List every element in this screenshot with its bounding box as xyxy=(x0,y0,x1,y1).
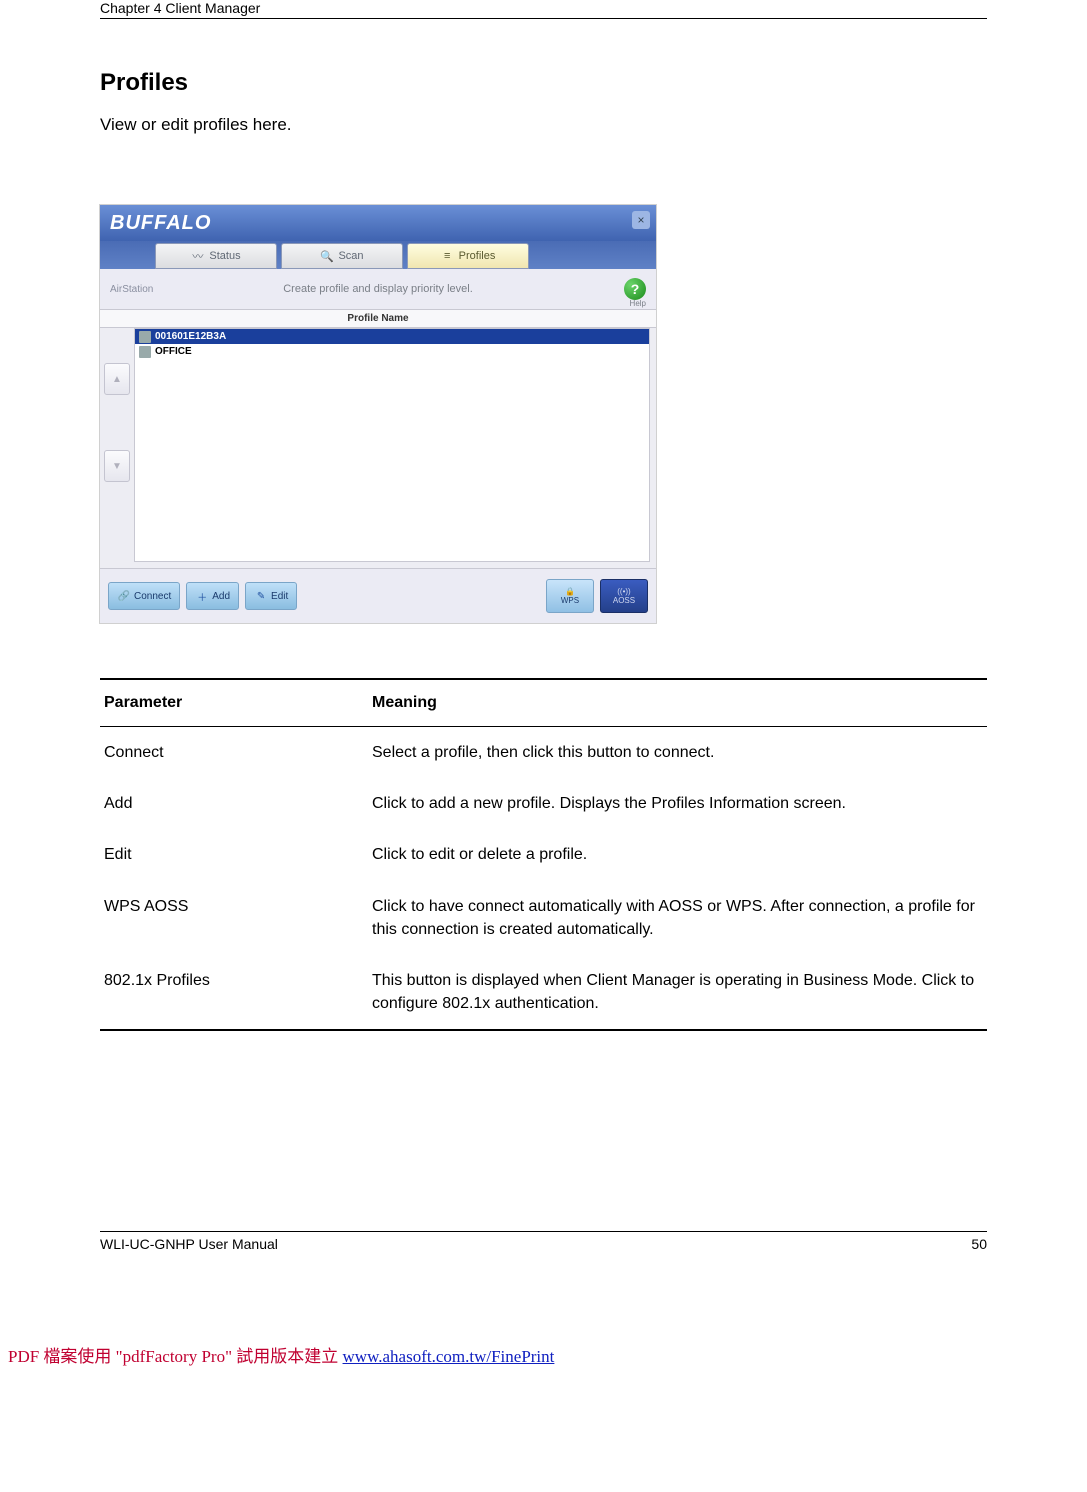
airstation-brand: AirStation xyxy=(110,284,153,295)
table-row: 802.1x Profiles This button is displayed… xyxy=(100,955,987,1030)
meaning-cell: Click to add a new profile. Displays the… xyxy=(368,778,987,829)
table-row: Connect Select a profile, then click thi… xyxy=(100,727,987,779)
profile-row[interactable]: OFFICE xyxy=(135,344,649,359)
profiles-icon: ≡ xyxy=(441,250,454,263)
edit-button[interactable]: ✎ Edit xyxy=(245,582,297,610)
wps-icon: 🔒 xyxy=(565,587,575,596)
param-cell: WPS AOSS xyxy=(100,881,368,955)
col-parameter: Parameter xyxy=(100,679,368,727)
client-manager-window: BUFFALO × 〰 Status 🔍 Scan ≡ Profiles Air… xyxy=(100,205,656,623)
close-icon[interactable]: × xyxy=(632,211,650,229)
connect-button[interactable]: 🔗 Connect xyxy=(108,582,180,610)
aoss-icon: ((•)) xyxy=(617,587,630,596)
profile-name: 001601E12B3A xyxy=(155,331,226,342)
col-meaning: Meaning xyxy=(368,679,987,727)
button-label: Add xyxy=(212,591,230,602)
meaning-cell: Click to have connect automatically with… xyxy=(368,881,987,955)
tab-bar: 〰 Status 🔍 Scan ≡ Profiles xyxy=(100,241,656,269)
tab-scan[interactable]: 🔍 Scan xyxy=(281,243,403,269)
scan-icon: 🔍 xyxy=(320,250,333,263)
param-cell: Edit xyxy=(100,829,368,880)
tab-status[interactable]: 〰 Status xyxy=(155,243,277,269)
subheader: AirStation Create profile and display pr… xyxy=(100,269,656,310)
watermark-text: PDF 檔案使用 "pdfFactory Pro" 試用版本建立 xyxy=(8,1347,343,1366)
help-icon[interactable]: ? xyxy=(624,278,646,300)
profile-icon xyxy=(139,346,151,358)
page-footer: WLI-UC-GNHP User Manual 50 xyxy=(100,1231,987,1252)
param-cell: Connect xyxy=(100,727,368,779)
reorder-buttons: ▲ ▼ xyxy=(100,328,134,568)
tab-label: Status xyxy=(209,250,240,262)
button-label: Connect xyxy=(134,591,171,602)
connect-icon: 🔗 xyxy=(117,589,131,603)
button-bar: 🔗 Connect ＋ Add ✎ Edit 🔒 WPS ((•)) AOSS xyxy=(100,568,656,623)
profile-list[interactable]: 001601E12B3A OFFICE xyxy=(134,328,650,562)
param-cell: Add xyxy=(100,778,368,829)
edit-icon: ✎ xyxy=(254,589,268,603)
meaning-cell: This button is displayed when Client Man… xyxy=(368,955,987,1030)
tab-label: Scan xyxy=(338,250,363,262)
table-row: Add Click to add a new profile. Displays… xyxy=(100,778,987,829)
move-up-button[interactable]: ▲ xyxy=(104,363,130,395)
footer-manual-name: WLI-UC-GNHP User Manual xyxy=(100,1236,278,1252)
help-label: Help xyxy=(630,299,646,308)
status-icon: 〰 xyxy=(191,250,204,263)
button-label: AOSS xyxy=(613,596,635,605)
move-down-button[interactable]: ▼ xyxy=(104,450,130,482)
profile-icon xyxy=(139,331,151,343)
profile-list-area: ▲ ▼ 001601E12B3A OFFICE xyxy=(100,328,656,568)
add-button[interactable]: ＋ Add xyxy=(186,582,239,610)
parameter-table: Parameter Meaning Connect Select a profi… xyxy=(100,678,987,1031)
profile-name: OFFICE xyxy=(155,346,192,357)
button-label: Edit xyxy=(271,591,288,602)
meaning-cell: Select a profile, then click this button… xyxy=(368,727,987,779)
titlebar: BUFFALO × xyxy=(100,205,656,241)
pdf-factory-watermark: PDF 檔案使用 "pdfFactory Pro" 試用版本建立 www.aha… xyxy=(0,1342,1087,1367)
section-intro: View or edit profiles here. xyxy=(100,115,987,135)
table-row: Edit Click to edit or delete a profile. xyxy=(100,829,987,880)
profile-list-header: Profile Name xyxy=(100,310,656,328)
button-label: WPS xyxy=(561,596,579,605)
section-title: Profiles xyxy=(100,69,987,97)
meaning-cell: Click to edit or delete a profile. xyxy=(368,829,987,880)
add-icon: ＋ xyxy=(195,589,209,603)
aoss-button[interactable]: ((•)) AOSS xyxy=(600,579,648,613)
tab-label: Profiles xyxy=(459,250,496,262)
chapter-header: Chapter 4 Client Manager xyxy=(100,0,987,19)
table-row: WPS AOSS Click to have connect automatic… xyxy=(100,881,987,955)
param-cell: 802.1x Profiles xyxy=(100,955,368,1030)
profile-row[interactable]: 001601E12B3A xyxy=(135,329,649,344)
tab-profiles[interactable]: ≡ Profiles xyxy=(407,243,529,269)
subheader-text: Create profile and display priority leve… xyxy=(283,283,473,295)
watermark-link[interactable]: www.ahasoft.com.tw/FinePrint xyxy=(343,1347,555,1366)
wps-button[interactable]: 🔒 WPS xyxy=(546,579,594,613)
page-number: 50 xyxy=(971,1236,987,1252)
buffalo-logo: BUFFALO xyxy=(110,212,211,235)
